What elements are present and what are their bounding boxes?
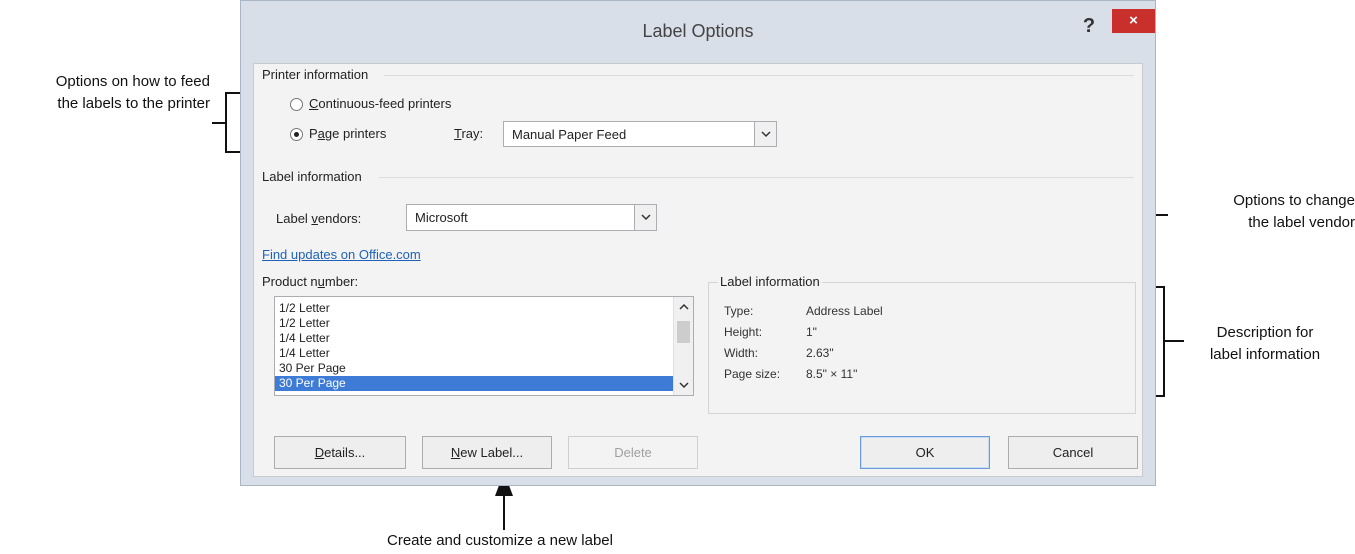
tray-label: Tray: <box>454 126 484 141</box>
width-value: 2.63" <box>806 346 834 360</box>
chevron-down-icon[interactable] <box>754 122 776 146</box>
list-item[interactable]: 1/4 Letter <box>275 346 673 361</box>
callout-feed-options: Options on how to feed the labels to the… <box>0 71 210 115</box>
continuous-feed-label[interactable]: Continuous-feed printers <box>309 96 451 111</box>
label-vendors-label: Label vendors: <box>276 211 362 226</box>
page-size-key: Page size: <box>724 367 781 381</box>
type-key: Type: <box>724 304 754 318</box>
chevron-down-icon[interactable] <box>634 205 656 230</box>
ok-button[interactable]: OK <box>860 436 990 469</box>
list-scrollbar[interactable] <box>673 297 693 395</box>
callout-vendor-line2: the label vendor <box>1248 214 1355 231</box>
dialog-client-area: Printer information Continuous-feed prin… <box>253 63 1143 477</box>
callout-desc-line2: label information <box>1209 346 1321 363</box>
close-button[interactable]: × <box>1112 9 1155 33</box>
type-value: Address Label <box>806 304 883 318</box>
page-printers-label[interactable]: Page printers <box>309 126 386 141</box>
callout-feed-line2: the labels to the printer <box>57 95 210 112</box>
cancel-button[interactable]: Cancel <box>1008 436 1138 469</box>
page-size-value: 8.5" × 11" <box>806 367 858 381</box>
product-number-list[interactable]: 1/2 Letter 1/2 Letter 1/4 Letter 1/4 Let… <box>274 296 694 396</box>
label-details-group <box>708 282 1136 414</box>
callout-feed-bracket <box>212 92 240 153</box>
callout-desc-line1: Description for <box>1216 324 1314 341</box>
help-icon[interactable]: ? <box>1077 14 1101 38</box>
delete-button[interactable]: Delete <box>568 436 698 469</box>
label-options-dialog: Label Options ? × Printer information Co… <box>240 0 1156 486</box>
list-item[interactable]: 1/2 Letter <box>275 316 673 331</box>
title-bar[interactable]: Label Options ? × <box>241 1 1155 63</box>
list-item[interactable]: 1/2 Letter <box>275 301 673 316</box>
callout-description: Description for label information <box>1185 322 1345 366</box>
height-value: 1" <box>806 325 817 339</box>
page-printers-radio[interactable] <box>290 128 303 141</box>
callout-vendor-line1: Options to change <box>1233 192 1355 209</box>
details-button[interactable]: Details... <box>274 436 406 469</box>
continuous-feed-radio[interactable] <box>290 98 303 111</box>
label-details-heading: Label information <box>718 274 822 289</box>
height-key: Height: <box>724 325 763 339</box>
dialog-title: Label Options <box>642 21 754 41</box>
label-vendors-value: Microsoft <box>415 210 468 225</box>
chevron-down-icon[interactable] <box>674 377 693 393</box>
label-info-heading: Label information <box>262 169 362 184</box>
printer-info-heading: Printer information <box>262 67 369 82</box>
printer-info-separator <box>384 75 1134 76</box>
close-icon: × <box>1129 12 1138 29</box>
callout-new-label: Create and customize a new label <box>387 532 613 549</box>
find-updates-link[interactable]: Find updates on Office.com <box>262 247 421 262</box>
callout-vendor: Options to change the label vendor <box>1170 190 1355 234</box>
product-number-label: Product number: <box>262 274 359 289</box>
tray-value: Manual Paper Feed <box>512 127 627 142</box>
chevron-up-icon[interactable] <box>674 299 693 315</box>
scroll-thumb[interactable] <box>677 321 690 343</box>
label-info-separator <box>379 177 1134 178</box>
tray-dropdown[interactable]: Manual Paper Feed <box>503 121 777 147</box>
list-item[interactable]: 1/4 Letter <box>275 331 673 346</box>
list-item[interactable]: 30 Per Page <box>275 361 673 376</box>
width-key: Width: <box>724 346 759 360</box>
list-item-selected[interactable]: 30 Per Page <box>275 376 673 391</box>
new-label-button[interactable]: New Label... <box>422 436 552 469</box>
label-vendors-dropdown[interactable]: Microsoft <box>406 204 657 231</box>
callout-feed-line1: Options on how to feed <box>55 73 210 90</box>
